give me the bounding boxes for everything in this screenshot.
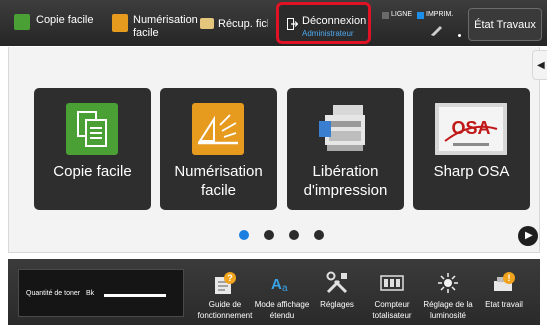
tile-easy-scan[interactable]: Numérisation facile <box>160 88 277 210</box>
osa-icon: OSA <box>435 103 507 155</box>
tile-label-line2: facile <box>200 182 237 199</box>
job-status-button[interactable]: État Travaux <box>468 8 542 41</box>
settings-icon <box>326 271 348 294</box>
logged-user-label: Administrateur <box>302 29 354 38</box>
logout-icon <box>287 18 298 30</box>
tile-easy-copy[interactable]: Copie facile <box>34 88 151 210</box>
bottom-item-label-line1: Réglage de la <box>423 300 473 309</box>
brightness-icon <box>438 273 458 293</box>
page-dot-3[interactable] <box>289 230 299 240</box>
tile-label: Copie facile <box>53 163 132 180</box>
top-bar: Copie facile Numérisation facile Récup. … <box>0 0 547 46</box>
bottom-item-label-line2: fonctionnement <box>197 311 253 320</box>
bottom-item-label: Etat travail <box>485 300 523 309</box>
svg-text:!: ! <box>508 273 511 283</box>
svg-text:a: a <box>282 283 288 294</box>
pen-icon <box>431 26 442 36</box>
bottom-item-label-line2: étendu <box>269 311 295 320</box>
chevron-left-icon: ◀ <box>537 60 545 71</box>
folder-icon <box>200 18 214 29</box>
toner-color-label: Bk <box>86 290 95 297</box>
line-status-led <box>382 12 389 19</box>
bottom-item-label-line2: totalisateur <box>372 311 412 320</box>
line-status-label: LIGNE <box>391 11 413 18</box>
svg-text:A: A <box>271 276 282 293</box>
guide-icon: ? <box>215 272 236 294</box>
scan-shortcut-label-line2: facile <box>133 27 159 39</box>
scan-shortcut-label-line1: Numérisation <box>133 14 198 26</box>
bottom-item-label-line2: luminosité <box>429 311 466 320</box>
file-retrieve-label: Récup. fich <box>218 18 268 30</box>
copy-icon <box>14 14 30 30</box>
bottom-item-label-line1: Guide de <box>208 300 242 309</box>
print-status-label: IMPRIM. <box>426 11 454 18</box>
toner-label: Quantité de toner <box>26 290 81 297</box>
print-release-icon <box>319 105 365 151</box>
page-dot-4[interactable] <box>314 230 324 240</box>
bottom-item-label: Réglages <box>320 300 354 309</box>
next-page-button[interactable]: ▶ <box>518 226 538 246</box>
tile-label-line2: d'impression <box>303 182 388 199</box>
tile-sharp-osa[interactable]: OSA Sharp OSA <box>413 88 530 210</box>
logout-button[interactable]: Déconnexion Administrateur <box>276 2 371 44</box>
toner-level-bar <box>104 294 166 297</box>
logout-label: Déconnexion <box>302 15 367 27</box>
tile-label-line1: Libération <box>312 163 379 180</box>
indicator-dot <box>458 34 461 37</box>
bottom-item-label-line1: Compteur <box>374 300 410 309</box>
job-status-label: État Travaux <box>474 18 536 31</box>
tile-print-release[interactable]: Libération d'impression <box>287 88 404 210</box>
page-dot-2[interactable] <box>264 230 274 240</box>
counter-icon <box>380 275 404 291</box>
print-status-led <box>417 12 424 19</box>
bottom-item-label-line1: Mode affichage <box>254 300 310 309</box>
scan-icon <box>112 14 128 32</box>
copy-shortcut-label: Copie facile <box>36 14 94 26</box>
bottom-bar: Quantité de toner Bk ? Guide de fonction… <box>8 259 540 325</box>
tile-label: Sharp OSA <box>433 163 510 180</box>
job-status-icon: ! <box>494 272 515 291</box>
chevron-right-icon: ▶ <box>525 230 533 241</box>
scan-icon <box>192 103 244 155</box>
side-panel-toggle[interactable]: ◀ <box>532 50 547 80</box>
svg-text:?: ? <box>227 273 233 283</box>
copy-icon <box>66 103 118 155</box>
display-mode-icon: A a <box>271 276 288 294</box>
page-dot-1[interactable] <box>239 230 249 240</box>
tile-label-line1: Numérisation <box>174 163 263 180</box>
